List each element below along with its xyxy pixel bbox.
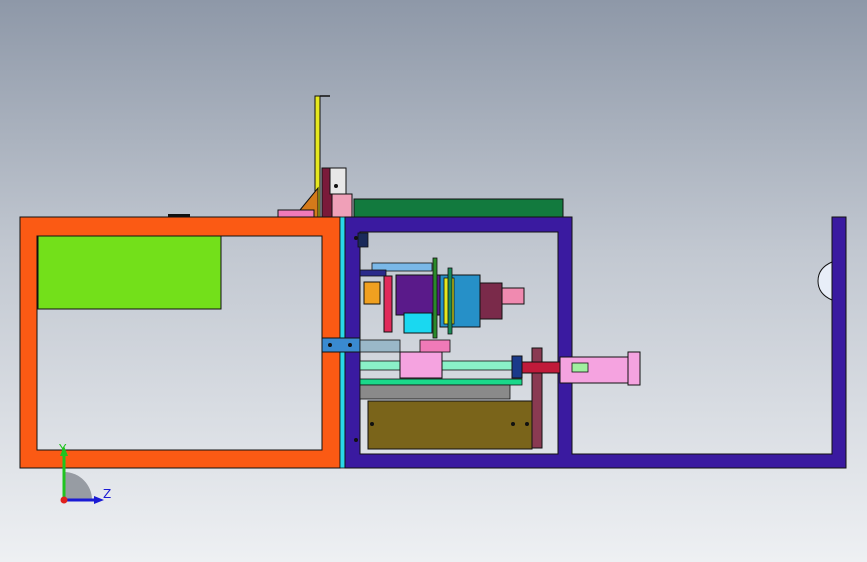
top-plate [353, 198, 564, 218]
cad-assembly-drawing: Y Z [19, 95, 847, 504]
green-panel [37, 235, 222, 310]
x-axis-point [60, 496, 68, 504]
dome-cap [817, 261, 833, 301]
z-axis-label: Z [103, 487, 111, 501]
y-axis-label: Y [58, 442, 67, 456]
motor-assembly [357, 232, 525, 339]
cad-viewport[interactable]: Y Z [0, 0, 867, 562]
connector-bar [321, 337, 361, 353]
vertical-rod-assembly [168, 95, 353, 219]
olive-block [367, 400, 533, 450]
pink-block [359, 339, 451, 379]
pink-cylinder [511, 351, 641, 386]
